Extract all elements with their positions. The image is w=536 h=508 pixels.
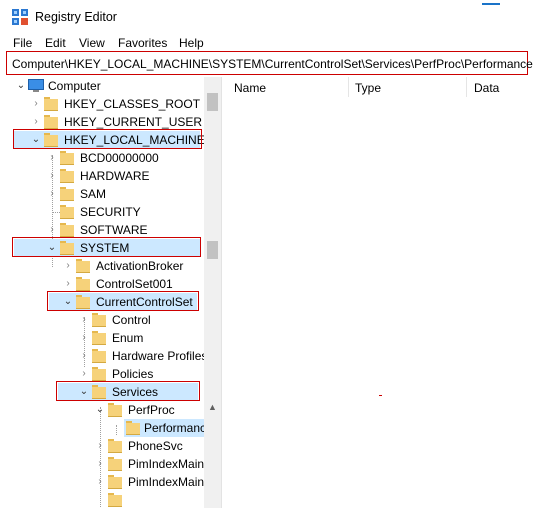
- chevron-down-icon[interactable]: ⌄: [16, 77, 26, 95]
- tree-item-security[interactable]: SECURITY: [0, 203, 204, 221]
- menu-view[interactable]: View: [79, 36, 105, 50]
- menu-edit[interactable]: Edit: [45, 36, 66, 50]
- folder-icon: [44, 115, 58, 129]
- folder-icon: [108, 475, 122, 489]
- column-separator: [348, 77, 349, 97]
- tree-item-hardware-profiles[interactable]: › Hardware Profiles: [0, 347, 208, 365]
- tree-item-bcd[interactable]: › BCD00000000: [0, 149, 204, 167]
- annotation-mark: [379, 395, 382, 396]
- tree-item-label: Hardware Profiles: [112, 349, 208, 363]
- tree-item-label: HKEY_CLASSES_ROOT: [64, 97, 201, 111]
- tree-item-control[interactable]: › Control: [0, 311, 204, 329]
- tree-item-hkey-classes-root[interactable]: › HKEY_CLASSES_ROOT: [0, 95, 204, 113]
- tree-item-label: PhoneSvc: [128, 439, 183, 453]
- tree-item-label: PimIndexMain: [128, 457, 205, 471]
- chevron-right-icon[interactable]: ›: [79, 347, 89, 365]
- address-bar[interactable]: Computer\HKEY_LOCAL_MACHINE\SYSTEM\Curre…: [6, 51, 533, 75]
- window-title: Registry Editor: [35, 10, 117, 24]
- highlight-box: [12, 237, 201, 257]
- tree-item-perfproc[interactable]: ⌄ PerfProc: [0, 401, 204, 419]
- tree-item-hardware[interactable]: › HARDWARE: [0, 167, 204, 185]
- folder-icon: [92, 331, 106, 345]
- folder-icon: [76, 277, 90, 291]
- tree-item-computer[interactable]: ⌄ Computer: [0, 77, 204, 95]
- scroll-thumb[interactable]: [207, 241, 218, 259]
- folder-icon: [60, 151, 74, 165]
- folder-icon: [60, 187, 74, 201]
- chevron-right-icon[interactable]: ›: [95, 455, 105, 473]
- window-button-edge[interactable]: [482, 0, 500, 5]
- folder-icon: [108, 439, 122, 453]
- folder-icon: [92, 367, 106, 381]
- tree-item-activationbroker[interactable]: › ActivationBroker: [0, 257, 204, 275]
- title-bar: Registry Editor: [0, 0, 536, 34]
- tree-item-label: Performance: [144, 421, 213, 435]
- chevron-right-icon[interactable]: ›: [47, 185, 57, 203]
- folder-icon: [44, 97, 58, 111]
- computer-icon: [28, 79, 44, 92]
- menu-help[interactable]: Help: [179, 36, 204, 50]
- tree-item-enum[interactable]: › Enum: [0, 329, 204, 347]
- tree-scrollbar[interactable]: ▲: [204, 77, 221, 508]
- tree-item-label: SECURITY: [80, 205, 141, 219]
- tree-item-sam[interactable]: › SAM: [0, 185, 204, 203]
- tree-item-phonesvc[interactable]: › PhoneSvc: [0, 437, 204, 455]
- highlight-box: [47, 291, 199, 311]
- tree-item-pimindexmain-1[interactable]: › PimIndexMain: [0, 455, 204, 473]
- tree-item-label: HARDWARE: [80, 169, 150, 183]
- menu-file[interactable]: File: [13, 36, 32, 50]
- registry-editor-icon: [12, 9, 28, 25]
- folder-icon: [76, 259, 90, 273]
- folder-icon: [126, 421, 140, 435]
- tree-item-label: SAM: [80, 187, 107, 201]
- tree-item-label: ActivationBroker: [96, 259, 184, 273]
- chevron-right-icon[interactable]: ›: [79, 329, 89, 347]
- folder-icon: [60, 205, 74, 219]
- scroll-up-icon[interactable]: ▲: [204, 399, 221, 415]
- folder-icon: [92, 313, 106, 327]
- tree-item-label: PimIndexMain: [128, 475, 205, 489]
- column-name[interactable]: Name: [234, 81, 266, 95]
- column-type[interactable]: Type: [355, 81, 381, 95]
- chevron-right-icon[interactable]: ›: [95, 473, 105, 491]
- folder-icon: [108, 457, 122, 471]
- values-header: Name Type Data: [225, 77, 536, 97]
- menu-bar: File Edit View Favorites Help: [0, 34, 536, 52]
- tree-item-label: BCD00000000: [80, 151, 159, 165]
- folder-icon: [108, 403, 122, 417]
- chevron-right-icon[interactable]: ›: [31, 95, 41, 113]
- tree-item-pimindexmain-2[interactable]: › PimIndexMain: [0, 473, 204, 491]
- column-separator: [466, 77, 467, 97]
- chevron-right-icon[interactable]: ›: [47, 149, 57, 167]
- pane-splitter[interactable]: [221, 77, 226, 508]
- address-path: Computer\HKEY_LOCAL_MACHINE\SYSTEM\Curre…: [12, 57, 533, 71]
- column-data[interactable]: Data: [474, 81, 499, 95]
- chevron-down-icon[interactable]: ⌄: [95, 401, 105, 419]
- chevron-right-icon[interactable]: ›: [79, 311, 89, 329]
- tree-item-partial[interactable]: [0, 491, 204, 508]
- folder-icon: [92, 349, 106, 363]
- highlight-box: [56, 381, 200, 401]
- folder-icon: [60, 223, 74, 237]
- chevron-right-icon[interactable]: ›: [47, 167, 57, 185]
- tree-pane[interactable]: ⌄ Computer › HKEY_CLASSES_ROOT › HKEY_CU…: [0, 77, 221, 508]
- chevron-right-icon[interactable]: ›: [95, 437, 105, 455]
- tree-item-label: Computer: [48, 79, 101, 93]
- tree-item-label: Enum: [112, 331, 144, 345]
- folder-icon: [108, 493, 122, 507]
- chevron-right-icon[interactable]: ›: [63, 257, 73, 275]
- highlight-box: [13, 129, 202, 149]
- tree-item-performance[interactable]: Performance: [124, 419, 213, 437]
- menu-favorites[interactable]: Favorites: [118, 36, 167, 50]
- scroll-thumb[interactable]: [207, 93, 218, 111]
- tree-item-label: Control: [112, 313, 151, 327]
- folder-icon: [60, 169, 74, 183]
- tree-item-label: PerfProc: [128, 403, 175, 417]
